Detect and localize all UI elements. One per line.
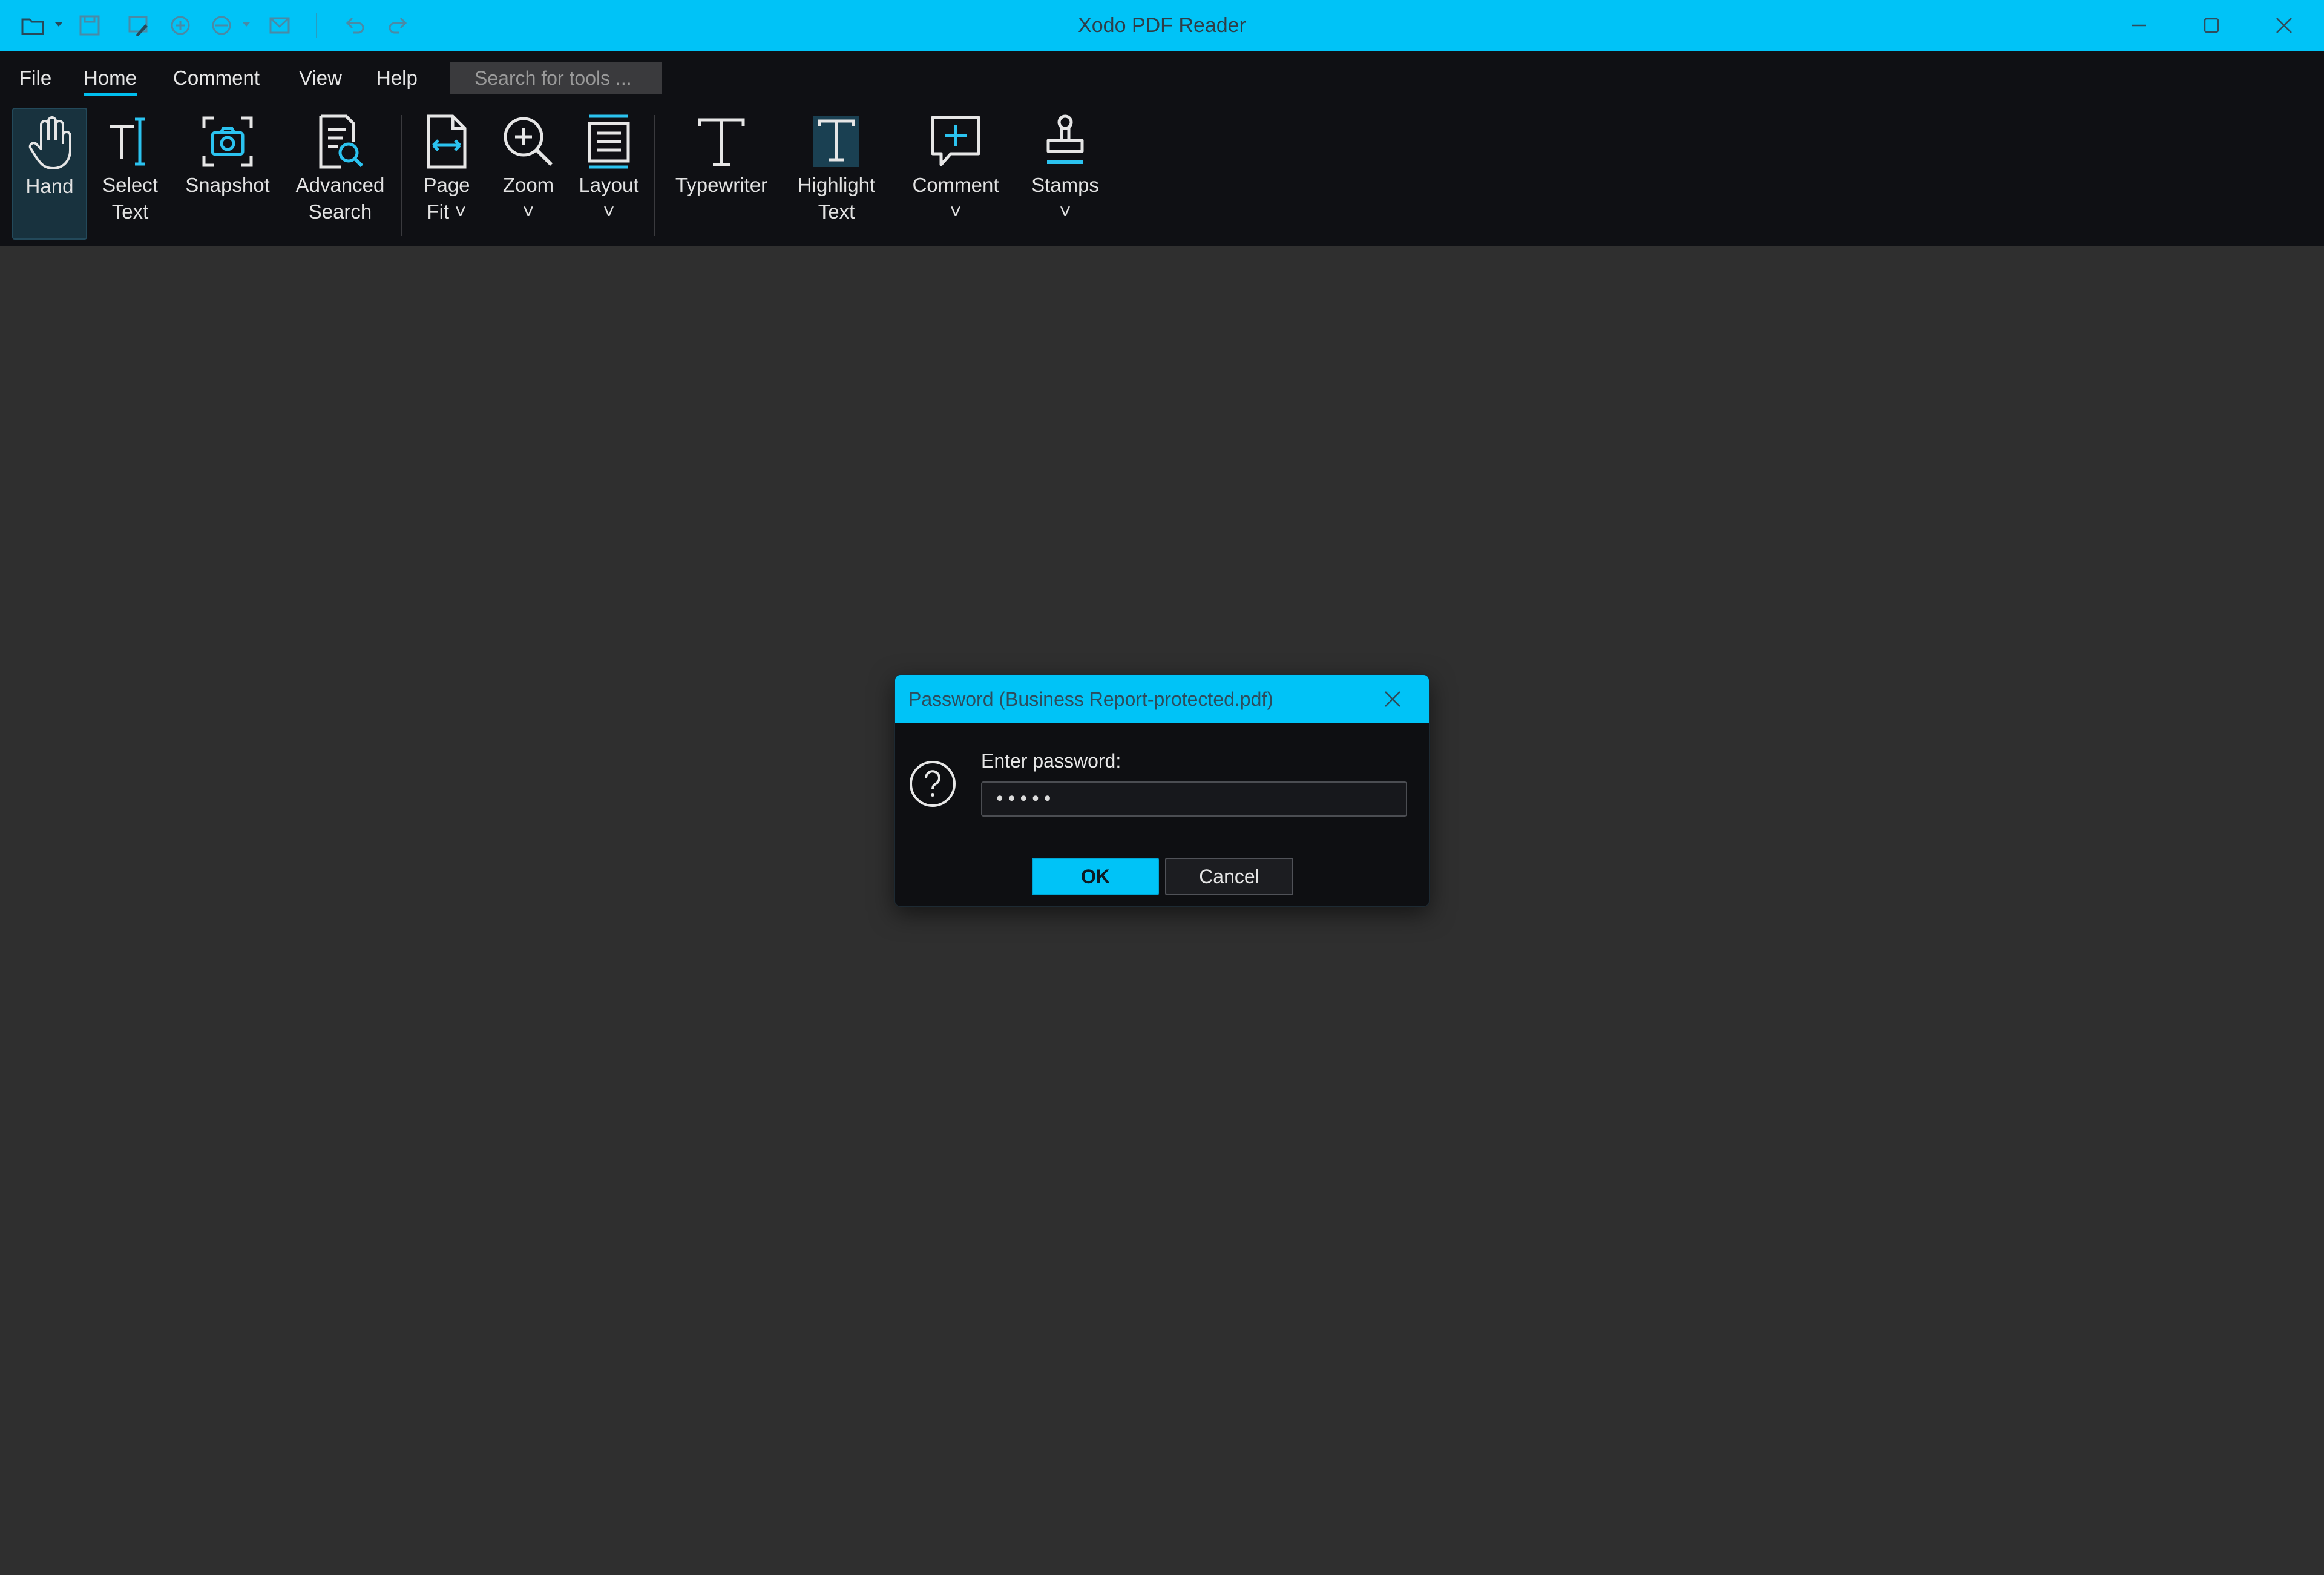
- highlight-text-button[interactable]: Highlight Text: [787, 108, 886, 240]
- menu-view[interactable]: View: [299, 64, 342, 92]
- title-bar: Xodo PDF Reader: [0, 0, 2324, 51]
- page-fit-label: Page Fit ˅: [423, 174, 470, 223]
- page-fit-chevron-icon: ˅: [449, 200, 467, 223]
- typewriter-label: Typewriter: [675, 174, 768, 196]
- comment-chevron-icon: ˅: [950, 200, 962, 223]
- home-ribbon: Hand Select Text Snapshot Advanced Searc…: [0, 105, 2324, 246]
- layout-button[interactable]: Layout ˅: [573, 108, 645, 240]
- search-tools-input[interactable]: [450, 62, 662, 94]
- folder-open-icon[interactable]: [21, 13, 45, 38]
- stamps-chevron-icon: ˅: [1059, 200, 1071, 223]
- maximize-icon: [2204, 18, 2219, 33]
- app-window: Xodo PDF Reader File Home Comment View H…: [0, 0, 2324, 1575]
- share-icon[interactable]: [209, 13, 234, 38]
- dialog-close-icon[interactable]: [1380, 687, 1405, 711]
- password-label: Enter password:: [981, 750, 1121, 772]
- dialog-title: Password (Business Report-protected.pdf): [895, 675, 1429, 723]
- snapshot-label: Snapshot: [185, 174, 270, 196]
- camera-icon: [197, 111, 258, 172]
- ok-button[interactable]: OK: [1032, 858, 1159, 895]
- comment-add-icon: [925, 111, 986, 172]
- share-dropdown-caret[interactable]: [242, 22, 251, 28]
- advanced-search-button[interactable]: Advanced Search: [286, 108, 395, 240]
- document-workspace: [0, 246, 2324, 1575]
- redo-icon[interactable]: [386, 13, 410, 38]
- page-fit-button[interactable]: Page Fit ˅: [408, 108, 485, 240]
- save-icon[interactable]: [77, 13, 102, 38]
- quick-access-separator: [316, 13, 317, 38]
- cancel-button[interactable]: Cancel: [1165, 858, 1293, 895]
- document-search-icon: [310, 111, 370, 172]
- password-dialog: Password (Business Report-protected.pdf)…: [894, 674, 1430, 907]
- highlight-text-label: Highlight Text: [797, 174, 876, 223]
- stamp-icon: [1035, 111, 1095, 172]
- zoom-chevron-icon: ˅: [522, 200, 534, 223]
- print-icon[interactable]: [168, 13, 192, 38]
- zoom-label: Zoom: [502, 174, 554, 196]
- toolbar-area: File Home Comment View Help Hand Select …: [0, 51, 2324, 246]
- menu-file[interactable]: File: [19, 64, 51, 92]
- select-text-icon: [100, 111, 160, 172]
- zoom-button[interactable]: Zoom ˅: [494, 108, 563, 240]
- snapshot-button[interactable]: Snapshot: [179, 108, 276, 240]
- menu-comment[interactable]: Comment: [173, 64, 260, 92]
- advanced-search-label: Advanced Search: [295, 174, 385, 223]
- maximize-button[interactable]: [2175, 0, 2248, 51]
- layout-chevron-icon: ˅: [603, 200, 615, 223]
- typewriter-button[interactable]: Typewriter: [666, 108, 777, 240]
- minimize-button[interactable]: [2102, 0, 2175, 51]
- hand-label: Hand: [25, 175, 74, 197]
- sign-icon[interactable]: [127, 13, 151, 38]
- ribbon-separator: [654, 115, 655, 236]
- question-icon: [908, 760, 957, 808]
- highlight-text-icon: [806, 111, 867, 172]
- menu-help[interactable]: Help: [376, 64, 418, 92]
- layout-icon: [579, 111, 639, 172]
- comment-button[interactable]: Comment ˅: [899, 108, 1012, 240]
- stamps-button[interactable]: Stamps ˅: [1022, 108, 1109, 240]
- select-text-label: Select Text: [102, 174, 158, 223]
- password-input[interactable]: [981, 781, 1407, 817]
- typewriter-icon: [691, 111, 752, 172]
- undo-icon[interactable]: [343, 13, 367, 38]
- zoom-in-icon: [498, 111, 559, 172]
- page-fit-icon: [416, 111, 477, 172]
- stamps-label: Stamps: [1031, 174, 1099, 196]
- hand-tool-button[interactable]: Hand: [12, 108, 87, 240]
- close-window-button[interactable]: [2248, 0, 2320, 51]
- hand-icon: [19, 113, 80, 173]
- menu-bar: File Home Comment View Help: [0, 51, 2324, 105]
- ribbon-separator: [401, 115, 402, 236]
- close-icon: [2276, 18, 2292, 33]
- select-text-button[interactable]: Select Text: [91, 108, 169, 240]
- comment-label: Comment: [912, 174, 999, 196]
- minimize-icon: [2132, 24, 2146, 27]
- menu-home[interactable]: Home: [84, 64, 137, 96]
- folder-dropdown-caret[interactable]: [54, 22, 63, 28]
- email-icon[interactable]: [268, 13, 292, 38]
- layout-label: Layout: [579, 174, 639, 196]
